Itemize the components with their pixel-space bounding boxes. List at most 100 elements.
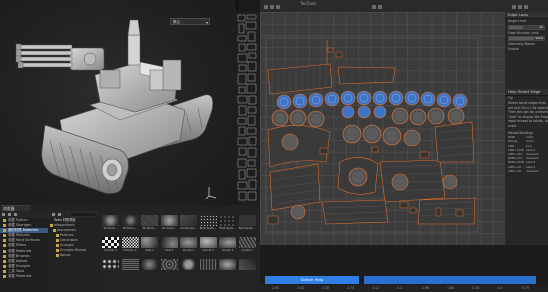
folder-icon [56, 254, 59, 257]
thumbnail-label: BnW Spots... [199, 226, 217, 230]
refresh-icon [14, 213, 17, 216]
thumbnail-label: Checker 2 [123, 248, 137, 252]
texture-thumbnail[interactable]: BnW Spots... [219, 215, 236, 231]
folder-list: Tools 材质预设 allegorithmic procedurals Par… [48, 218, 100, 292]
thumbnail-label: Cells 1 [145, 248, 154, 252]
edge-number-limit-value: 9999 [535, 36, 543, 41]
texture-tools-panel: Edge Loop Angle Limit 40 Edge Number Lim… [505, 12, 548, 245]
texture-thumbnail[interactable] [102, 259, 119, 275]
thumbnail-image [180, 259, 197, 270]
folder-icon [56, 234, 59, 237]
ruler-tick-label: 2.65 [272, 286, 280, 290]
texture-thumbnail[interactable] [121, 259, 139, 275]
texture-thumbnail[interactable]: BnW Spots... [238, 215, 256, 231]
uv-editor-canvas[interactable] [260, 12, 505, 245]
tank-model [15, 19, 213, 194]
edge-loop-header[interactable]: Edge Loop [505, 12, 548, 19]
uv-toolbar [264, 5, 528, 9]
thumbnail-image [219, 259, 236, 270]
edge-number-limit-label: Edge Number Limit [508, 30, 539, 35]
edge-number-limit-slider[interactable]: 9999 [508, 36, 545, 42]
folder-icon [3, 224, 6, 228]
axis-gizmo-icon [205, 187, 217, 200]
add-icon [8, 213, 11, 216]
library-tree: 收藏 Python 收藏 Shortgen 我的材质 Materials 收藏 … [0, 218, 49, 292]
3d-viewport[interactable]: 默认 ▾ [0, 0, 236, 205]
folder-icon [3, 244, 6, 248]
texture-thumbnail[interactable] [180, 259, 197, 275]
folder-icon [50, 224, 53, 227]
tip-line: scale. [508, 123, 518, 128]
ruler-tick-label: 2.75 [347, 286, 355, 290]
thumbnail-label: Clouds 3 [221, 248, 234, 252]
sketch-help-button[interactable]: Sketch Help [265, 276, 359, 284]
folder-icon [3, 249, 6, 253]
texture-thumbnail[interactable] [238, 259, 256, 275]
folder-icon [3, 239, 6, 243]
thumbnail-image [160, 215, 178, 226]
folder-item[interactable]: Noises [48, 253, 100, 258]
texture-thumbnail[interactable]: Cells 1 [141, 237, 158, 253]
ruler-tick-label: 2.96 [422, 286, 430, 290]
folder-icon [3, 234, 6, 238]
thumbnail-label: 3D Simpl... [161, 226, 177, 230]
thumbnail-image [199, 237, 217, 248]
tip-line: Select some edges then [508, 100, 547, 105]
folder-icon [3, 275, 6, 279]
texture-thumbnail[interactable]: 3D Simpl... [160, 215, 178, 231]
thumbnail-label: Anisotropic... [180, 226, 197, 230]
atlas-thumbnail-strip [236, 12, 260, 205]
texture-thumbnail[interactable] [199, 259, 217, 275]
texture-thumbnail[interactable]: Clouds 3 [219, 237, 236, 253]
texture-thumbnail[interactable]: Anisotropic... [180, 215, 197, 231]
thumbnail-image [238, 259, 256, 270]
ruler-tick-label: 4.12 [372, 286, 380, 290]
angle-limit-value: 40 [539, 24, 543, 29]
thumbnail-image [141, 259, 158, 270]
texture-thumbnail-grid: 3D Perlin... 3D Perlin... 3D Perlin... 3D S… [100, 211, 260, 292]
texture-thumbnail[interactable]: 3D Perlin... [102, 215, 119, 231]
thumbnail-image [102, 237, 119, 248]
texture-thumbnail[interactable]: Clouds 1 [180, 237, 197, 253]
texture-thumbnail[interactable]: 3D Perlin... [141, 215, 158, 231]
thumbnail-image [180, 237, 197, 248]
ruler-tick-label: 5.75 [522, 286, 530, 290]
angle-limit-slider[interactable]: 40 [508, 24, 545, 30]
texture-thumbnail[interactable]: Crystal 1 [238, 237, 256, 253]
help-select-edge-header[interactable]: Help Select Edge [505, 89, 548, 97]
texture-thumbnail[interactable]: Checker 1 [102, 237, 119, 253]
thumbnail-label: 3D Perlin... [142, 226, 157, 230]
texture-thumbnail[interactable]: 3D Perlin... [121, 215, 139, 231]
ruler-tick-label: 4.2 [397, 286, 403, 290]
folder-icon [56, 249, 59, 252]
ruler-tick-label: 2.26 [472, 286, 480, 290]
texture-thumbnail[interactable] [160, 259, 178, 275]
thumbnail-label: Cells 2 [164, 248, 174, 252]
thumbnail-image [199, 215, 217, 226]
texture-thumbnail[interactable]: Checker 2 [121, 237, 139, 253]
folder-icon [2, 213, 5, 216]
uv-ruler: 2.65 3.02 2.30 2.75 4.12 4.2 2.96 1.88 2.26 4.0 5.… [260, 285, 548, 292]
tree-item[interactable]: 收藏 Materials [0, 274, 48, 279]
nav-back-icon [52, 213, 55, 216]
texture-thumbnail[interactable]: Cells 2 [160, 237, 178, 253]
thumbnail-label: 3D Perlin... [122, 226, 138, 230]
folder-icon [3, 219, 6, 222]
thumbnail-label: BnW Spots... [238, 226, 256, 230]
folder-icon [3, 264, 6, 268]
shading-mode-dropdown[interactable]: 默认 ▾ [170, 18, 210, 25]
texture-thumbnail[interactable] [219, 259, 236, 275]
texture-thumbnail[interactable]: Clouds 2 [199, 237, 217, 253]
texture-thumbnail[interactable] [141, 259, 158, 275]
thumbnail-image [121, 237, 139, 248]
panel-spacer [505, 51, 548, 89]
thumbnail-label: Clouds 1 [182, 248, 195, 252]
angle-limit-label: Angle Limit [508, 19, 526, 23]
texture-thumbnail[interactable]: BnW Spots... [199, 215, 217, 231]
ruler-tick-label: 4.0 [497, 286, 503, 290]
thumbnail-label: 3D Perlin... [103, 226, 118, 230]
thumbnail-image [141, 215, 158, 226]
thumbnail-image [219, 215, 236, 226]
thumbnail-image [238, 215, 256, 226]
thumbnail-label: Checker 1 [103, 248, 118, 252]
